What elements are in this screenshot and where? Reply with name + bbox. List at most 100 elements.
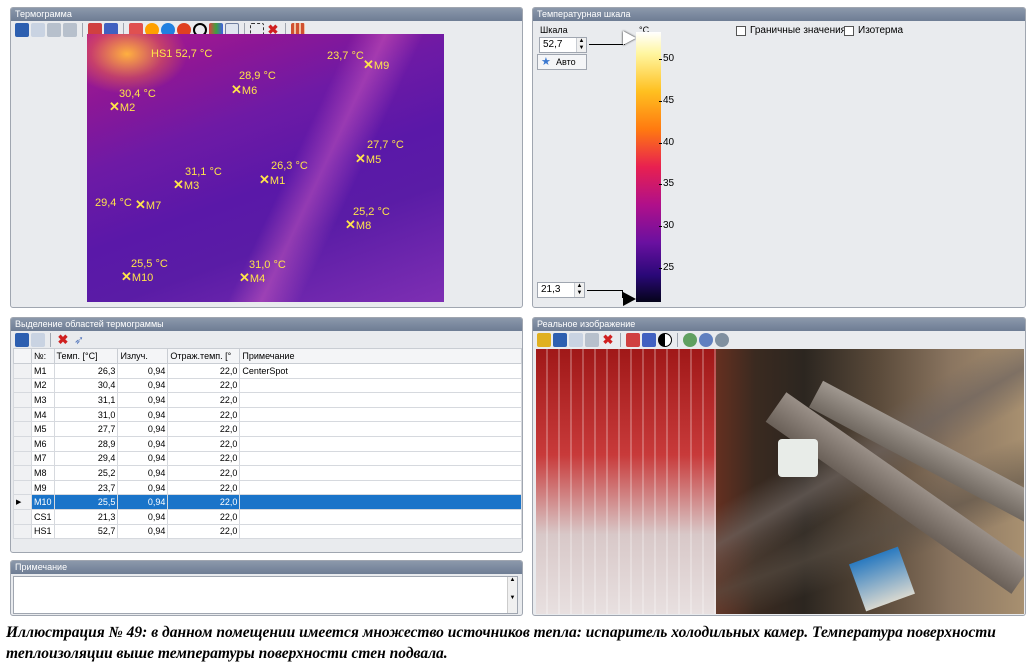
table-row[interactable]: M1 26,3 0,94 22,0 CenterSpot: [13, 363, 522, 379]
col-note[interactable]: Примечание: [239, 348, 522, 364]
marker-M10[interactable]: 25,5 °C ✕M10: [121, 258, 168, 284]
row-selector[interactable]: [13, 392, 32, 408]
regions-table[interactable]: №: Темп. [°C] Излуч. Отраж.темп. [° Прим…: [13, 348, 522, 540]
cell-note[interactable]: [239, 479, 522, 496]
cell-reflected[interactable]: 22,0: [167, 377, 241, 394]
cell-temp[interactable]: 26,3: [53, 363, 119, 379]
cell-note[interactable]: [239, 392, 522, 408]
copy-icon[interactable]: [569, 333, 583, 347]
note-scrollbar[interactable]: ▲ ▼: [507, 577, 517, 613]
delete-icon[interactable]: ✖: [601, 333, 615, 347]
min-pointer[interactable]: [623, 292, 636, 306]
cell-reflected[interactable]: 22,0: [167, 435, 241, 452]
cell-note[interactable]: [239, 421, 522, 437]
cell-number[interactable]: M10: [30, 494, 55, 510]
cell-number[interactable]: M2: [30, 377, 55, 394]
cell-emissivity[interactable]: 0,94: [117, 450, 169, 467]
cell-emissivity[interactable]: 0,94: [117, 363, 169, 379]
thermogram-image[interactable]: HS1 52,7 °C 23,7 °C ✕M9 28,9 °C ✕M6 30,4…: [87, 34, 444, 302]
table-row[interactable]: M3 31,1 0,94 22,0: [13, 392, 522, 408]
cell-reflected[interactable]: 22,0: [167, 479, 241, 496]
table-row[interactable]: M4 31,0 0,94 22,0: [13, 406, 522, 423]
paste-icon[interactable]: [585, 333, 599, 347]
marker-M9[interactable]: 23,7 °C ✕M9: [327, 50, 389, 72]
cell-temp[interactable]: 27,7: [53, 421, 119, 437]
cell-note[interactable]: [239, 494, 522, 510]
marker-M5[interactable]: 27,7 °C ✕M5: [355, 139, 404, 166]
cell-reflected[interactable]: 22,0: [167, 523, 241, 540]
table-row[interactable]: M2 30,4 0,94 22,0: [13, 377, 522, 394]
cell-temp[interactable]: 23,7: [53, 479, 119, 496]
cell-reflected[interactable]: 22,0: [167, 392, 241, 408]
zoom-in-icon[interactable]: [683, 333, 697, 347]
cell-number[interactable]: M9: [30, 479, 55, 496]
scale-max-input[interactable]: 52,7 ▲ ▼: [539, 37, 587, 53]
export-icon[interactable]: [63, 23, 77, 37]
auto-button[interactable]: ★ Авто: [537, 54, 587, 70]
zoom-fit-icon[interactable]: [715, 333, 729, 347]
pin-icon[interactable]: ➶: [72, 333, 86, 347]
cell-note[interactable]: [239, 406, 522, 423]
note-field[interactable]: ▲ ▼: [13, 576, 518, 614]
cell-note[interactable]: [239, 377, 522, 394]
split-icon[interactable]: [642, 333, 656, 347]
cell-reflected[interactable]: 22,0: [167, 450, 241, 467]
cell-note[interactable]: [239, 450, 522, 467]
col-reflected[interactable]: Отраж.темп. [°: [167, 348, 241, 364]
col-emissivity[interactable]: Излуч.: [117, 348, 169, 364]
table-row[interactable]: CS1 21,3 0,94 22,0: [13, 508, 522, 525]
row-selector[interactable]: [13, 479, 32, 496]
table-row[interactable]: M7 29,4 0,94 22,0: [13, 450, 522, 467]
max-pointer[interactable]: [623, 31, 636, 45]
cell-number[interactable]: M8: [30, 465, 55, 481]
copy-icon[interactable]: [31, 23, 45, 37]
table-row[interactable]: M8 25,2 0,94 22,0: [13, 465, 522, 481]
col-number[interactable]: №:: [30, 348, 55, 364]
cell-emissivity[interactable]: 0,94: [117, 465, 169, 481]
cell-emissivity[interactable]: 0,94: [117, 523, 169, 540]
cell-emissivity[interactable]: 0,94: [117, 377, 169, 394]
cell-temp[interactable]: 30,4: [53, 377, 119, 394]
marker-M1[interactable]: 26,3 °C ✕M1: [259, 160, 308, 187]
cell-emissivity[interactable]: 0,94: [117, 421, 169, 437]
delete-icon[interactable]: ✖: [56, 333, 70, 347]
table-row[interactable]: M9 23,7 0,94 22,0: [13, 479, 522, 496]
cell-temp[interactable]: 31,1: [53, 392, 119, 408]
save-icon[interactable]: [15, 23, 29, 37]
cell-reflected[interactable]: 22,0: [167, 421, 241, 437]
cell-emissivity[interactable]: 0,94: [117, 406, 169, 423]
cell-note[interactable]: [239, 508, 522, 525]
row-selector[interactable]: [13, 465, 32, 481]
row-selector[interactable]: [13, 435, 32, 452]
marker-M3[interactable]: 31,1 °C ✕M3: [173, 166, 222, 192]
cell-temp[interactable]: 21,3: [53, 508, 119, 525]
cell-temp[interactable]: 52,7: [53, 523, 119, 540]
cell-temp[interactable]: 28,9: [53, 435, 119, 452]
paste-icon[interactable]: [47, 23, 61, 37]
col-temp[interactable]: Темп. [°C]: [53, 348, 119, 364]
scale-min-input[interactable]: 21,3 ▲ ▼: [537, 282, 585, 298]
cell-number[interactable]: CS1: [30, 508, 55, 525]
boundary-checkbox[interactable]: Граничные значения: [736, 25, 846, 36]
table-row[interactable]: HS1 52,7 0,94 22,0: [13, 523, 522, 540]
marker-M7[interactable]: 29,4 °C ✕M7: [95, 197, 161, 212]
cell-note[interactable]: [239, 465, 522, 481]
table-row[interactable]: ▶ M10 25,5 0,94 22,0: [13, 494, 522, 510]
row-selector[interactable]: [13, 523, 32, 540]
cell-emissivity[interactable]: 0,94: [117, 435, 169, 452]
cell-number[interactable]: M1: [30, 363, 55, 379]
cell-temp[interactable]: 25,5: [53, 494, 119, 510]
contrast-icon[interactable]: [658, 333, 672, 347]
table-row[interactable]: M5 27,7 0,94 22,0: [13, 421, 522, 437]
marker-M2[interactable]: 30,4 °C ✕M2: [109, 88, 156, 114]
real-photo[interactable]: [536, 349, 1024, 614]
cell-number[interactable]: HS1: [30, 523, 55, 540]
cell-reflected[interactable]: 22,0: [167, 465, 241, 481]
zoom-out-icon[interactable]: [699, 333, 713, 347]
cell-temp[interactable]: 31,0: [53, 406, 119, 423]
cell-number[interactable]: M7: [30, 450, 55, 467]
marker-M8[interactable]: 25,2 °C ✕M8: [345, 206, 390, 232]
cell-emissivity[interactable]: 0,94: [117, 494, 169, 510]
row-selector[interactable]: [13, 421, 32, 437]
save-icon[interactable]: [15, 333, 29, 347]
